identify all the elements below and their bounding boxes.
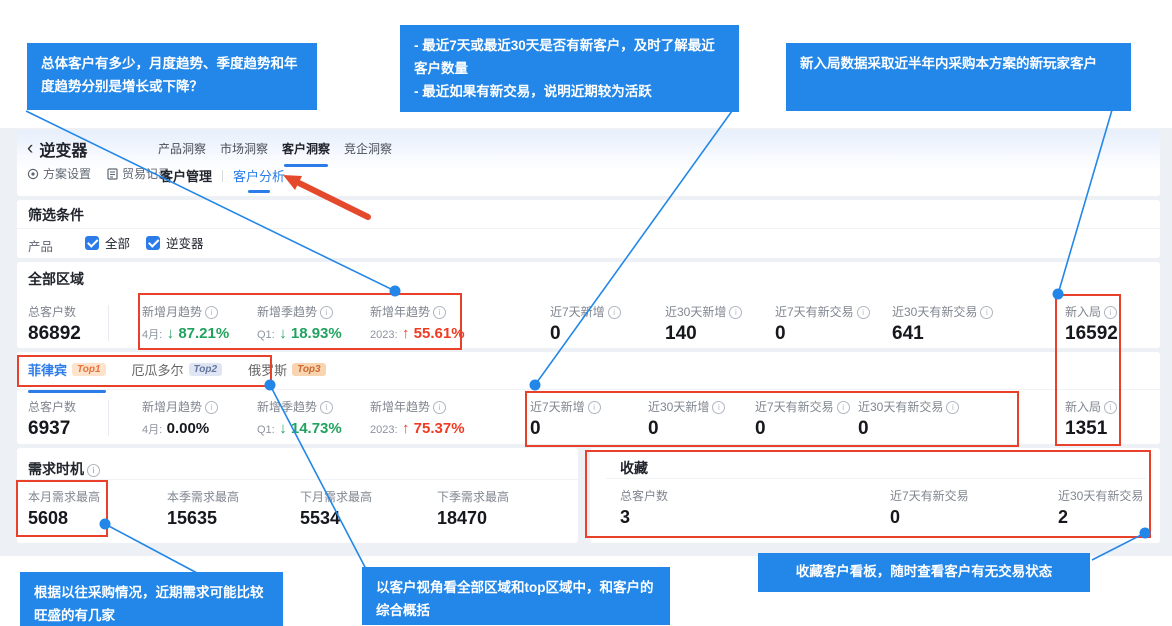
demand-this-quarter-col: 本季需求最高 15635 (167, 488, 239, 529)
demand-title: 需求时机 (28, 459, 100, 479)
sub-tabs: 客户管理 客户分析 (160, 166, 285, 185)
annotation-favorites: 收藏客户看板，随时查看客户有无交易状态 (758, 553, 1090, 592)
subtab-divider (222, 170, 223, 182)
trend-label: 新增年趋势 (370, 400, 430, 414)
page-title: 逆变器 (39, 137, 87, 161)
trend-value: 14.73% (291, 420, 342, 437)
highlight-new-entrant-box (1055, 294, 1121, 446)
quarter-trend-col: 新增季趋势 Q1: ↓ 14.73% (257, 398, 342, 438)
trend-prefix: 2023: (370, 424, 398, 436)
country-tabs-divider (17, 389, 1160, 390)
stat-value: 0 (550, 323, 621, 345)
tab-customer-management[interactable]: 客户管理 (160, 166, 212, 185)
info-icon[interactable] (980, 306, 993, 319)
stat-value: 0 (775, 323, 870, 345)
top3-badge: Top3 (292, 363, 326, 376)
checkbox-all[interactable]: 全部 (85, 233, 130, 252)
trend-label: 新增月趋势 (142, 400, 202, 414)
trade-30d-col: 近30天有新交易 641 (892, 303, 993, 345)
filter-row-label: 产品 (28, 236, 53, 255)
trend-label: 新增季趋势 (257, 400, 317, 414)
back-icon[interactable]: ‹ (27, 141, 33, 157)
tab-product-insight[interactable]: 产品洞察 (158, 140, 206, 163)
trend-value: 75.37% (414, 420, 465, 437)
total-customers-col: 总客户数 86892 (28, 303, 81, 345)
filter-title: 筛选条件 (28, 205, 84, 225)
month-trend-col: 新增月趋势 4月: 0.00% (142, 398, 218, 438)
screenshot-canvas: ‹ 逆变器 产品洞察 市场洞察 客户洞察 竞企洞察 方案设置 贸易记录 客户管理 (0, 0, 1172, 626)
year-trend-col: 新增年趋势 2023: ↑ 75.37% (370, 398, 465, 438)
stat-value: 15635 (167, 508, 239, 529)
highlight-demand-box (16, 480, 108, 537)
target-icon (27, 168, 39, 180)
highlight-favorites-box (585, 450, 1151, 538)
tab-customer-analysis[interactable]: 客户分析 (233, 166, 285, 185)
highlight-trends-box (138, 293, 462, 350)
total-customers-col: 总客户数 6937 (28, 398, 76, 440)
stat-label: 下季需求最高 (437, 488, 509, 505)
stat-label: 下月需求最高 (300, 488, 372, 505)
tab-competitor-insight[interactable]: 竞企洞察 (344, 140, 392, 163)
checkbox-all-label: 全部 (105, 233, 130, 252)
stat-value: 86892 (28, 323, 81, 345)
breadcrumb: ‹ 逆变器 (27, 137, 87, 161)
highlight-recent-stats-box (525, 391, 1019, 447)
filter-divider (17, 228, 1160, 229)
stat-value: 641 (892, 323, 993, 345)
stat-label: 近7天新增 (550, 305, 605, 319)
plan-settings-label: 方案设置 (43, 165, 91, 182)
demand-next-quarter-col: 下季需求最高 18470 (437, 488, 509, 529)
annotation-recent-activity: - 最近7天或最近30天是否有新客户，及时了解最近客户数量 - 最近如果有新交易… (400, 25, 739, 112)
plan-settings-button[interactable]: 方案设置 (27, 165, 91, 182)
stat-value: 5534 (300, 508, 372, 529)
info-icon[interactable] (433, 401, 446, 414)
checkbox-checked-icon[interactable] (146, 236, 160, 250)
stat-value: 18470 (437, 508, 509, 529)
stat-label: 本季需求最高 (167, 488, 239, 505)
info-icon[interactable] (729, 306, 742, 319)
stat-label: 近30天有新交易 (892, 305, 977, 319)
top-tabs: 产品洞察 市场洞察 客户洞察 竞企洞察 (158, 140, 392, 163)
checkbox-inverter[interactable]: 逆变器 (146, 233, 204, 252)
column-divider (108, 400, 109, 436)
demand-next-month-col: 下月需求最高 5534 (300, 488, 372, 529)
down-arrow-icon: ↓ (279, 420, 287, 437)
stat-label: 近7天有新交易 (775, 305, 854, 319)
info-icon[interactable] (87, 464, 100, 477)
info-icon[interactable] (608, 306, 621, 319)
stat-value: 6937 (28, 418, 76, 440)
info-icon[interactable] (205, 401, 218, 414)
tab-customer-insight[interactable]: 客户洞察 (282, 140, 330, 163)
stat-value: 140 (665, 323, 742, 345)
new-30d-col: 近30天新增 140 (665, 303, 742, 345)
checkbox-inverter-label: 逆变器 (166, 233, 204, 252)
product-filter-options: 全部 逆变器 (85, 233, 204, 252)
stat-label: 总客户数 (28, 303, 81, 320)
header-tools: 方案设置 贸易记录 (27, 165, 170, 182)
annotation-new-entrant: 新入局数据采取近半年内采购本方案的新玩家客户 (786, 43, 1131, 111)
tab-market-insight[interactable]: 市场洞察 (220, 140, 268, 163)
trend-value: 0.00% (167, 420, 210, 437)
up-arrow-icon: ↑ (402, 420, 410, 437)
column-divider (108, 305, 109, 341)
stat-label: 总客户数 (28, 398, 76, 415)
document-icon (107, 168, 118, 180)
stat-label: 近30天新增 (665, 305, 726, 319)
all-region-title: 全部区域 (28, 269, 84, 289)
trend-prefix: Q1: (257, 424, 275, 436)
info-icon[interactable] (320, 401, 333, 414)
info-icon[interactable] (857, 306, 870, 319)
trend-prefix: 4月: (142, 424, 162, 436)
annotation-demand: 根据以往采购情况，近期需求可能比较旺盛的有几家 (20, 572, 283, 626)
highlight-country-tabs-box (17, 355, 272, 387)
annotation-overall-trends: 总体客户有多少，月度趋势、季度趋势和年度趋势分别是增长或下降？ (27, 43, 317, 110)
new-7d-col: 近7天新增 0 (550, 303, 621, 345)
checkbox-checked-icon[interactable] (85, 236, 99, 250)
annotation-customer-view: 以客户视角看全部区域和top区域中，和客户的综合概括 (362, 567, 670, 625)
trade-7d-col: 近7天有新交易 0 (775, 303, 870, 345)
